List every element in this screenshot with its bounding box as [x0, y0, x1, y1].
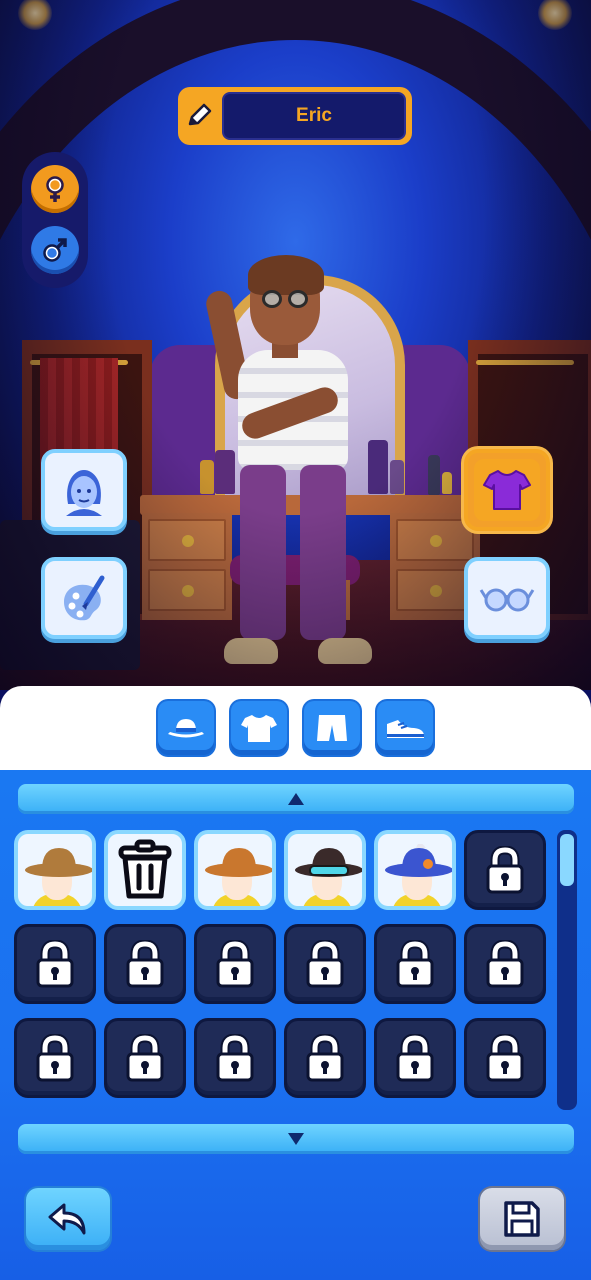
tab-shoes[interactable] — [377, 701, 433, 755]
male-button[interactable] — [31, 226, 79, 274]
face-icon — [66, 470, 102, 516]
hat-icon — [168, 719, 204, 738]
floppy-disk-icon — [504, 1201, 540, 1237]
lock-icon — [486, 846, 524, 894]
tab-pants[interactable] — [304, 701, 360, 755]
gender-toggle — [22, 152, 88, 288]
shoe-icon — [387, 720, 424, 738]
arrow-down-icon — [288, 1133, 304, 1145]
crest-helmet-icon — [385, 844, 452, 877]
locked-item-tile[interactable] — [194, 924, 276, 1004]
back-button[interactable] — [26, 1188, 110, 1250]
locked-item-tile[interactable] — [464, 830, 546, 910]
arrow-up-icon — [288, 793, 304, 805]
remove-hat-tile[interactable] — [104, 830, 186, 910]
lock-icon — [486, 1034, 524, 1082]
hat-item-tile[interactable] — [194, 830, 276, 910]
trash-icon — [118, 839, 172, 899]
male-symbol-icon — [43, 238, 67, 262]
hat-item-tile[interactable] — [374, 830, 456, 910]
scroll-up-button[interactable] — [18, 784, 574, 814]
spiky-hair-goggles-icon — [295, 848, 362, 877]
scrollbar-thumb[interactable] — [560, 834, 574, 886]
tab-shirt[interactable] — [231, 701, 287, 755]
lock-icon — [486, 940, 524, 988]
paint-editor-button[interactable] — [41, 557, 127, 639]
tshirt-icon — [483, 470, 531, 510]
lock-icon — [306, 940, 344, 988]
item-grid — [14, 830, 556, 1112]
player-name-field[interactable]: Eric — [222, 92, 406, 140]
locked-item-tile[interactable] — [14, 924, 96, 1004]
face-editor-button[interactable] — [41, 449, 127, 531]
name-bar: Eric — [178, 87, 412, 145]
locked-item-tile[interactable] — [104, 924, 186, 1004]
hat-item-tile[interactable] — [284, 830, 366, 910]
accessories-button[interactable] — [464, 557, 550, 639]
shorts-icon — [317, 715, 347, 741]
locked-item-tile[interactable] — [464, 1018, 546, 1098]
hat-item-tile[interactable] — [14, 830, 96, 910]
straw-hat-icon — [25, 848, 92, 877]
locked-item-tile[interactable] — [284, 1018, 366, 1098]
female-button[interactable] — [31, 165, 79, 213]
paint-palette-icon — [64, 575, 105, 621]
lock-icon — [126, 1034, 164, 1082]
shirt-icon — [241, 715, 277, 742]
tab-hat[interactable] — [158, 701, 214, 755]
cowboy-hat-icon — [205, 848, 272, 877]
locked-item-tile[interactable] — [374, 924, 456, 1004]
player-name: Eric — [296, 105, 332, 126]
pencil-icon — [188, 103, 212, 126]
locked-item-tile[interactable] — [374, 1018, 456, 1098]
lock-icon — [126, 940, 164, 988]
lock-icon — [216, 940, 254, 988]
lock-icon — [36, 940, 74, 988]
scroll-down-button[interactable] — [18, 1124, 574, 1154]
locked-item-tile[interactable] — [194, 1018, 276, 1098]
lock-icon — [396, 1034, 434, 1082]
lock-icon — [216, 1034, 254, 1082]
locked-item-tile[interactable] — [284, 924, 366, 1004]
locked-item-tile[interactable] — [104, 1018, 186, 1098]
save-button[interactable] — [480, 1188, 564, 1250]
lock-icon — [396, 940, 434, 988]
clothing-button[interactable] — [464, 449, 550, 531]
undo-arrow-icon — [48, 1203, 86, 1235]
edit-name-button[interactable] — [178, 87, 220, 145]
lock-icon — [306, 1034, 344, 1082]
locked-item-tile[interactable] — [14, 1018, 96, 1098]
category-tab-bar — [0, 686, 591, 770]
item-scrollbar[interactable] — [557, 830, 577, 1110]
lock-icon — [36, 1034, 74, 1082]
glasses-icon — [479, 588, 535, 612]
locked-item-tile[interactable] — [464, 924, 546, 1004]
female-symbol-icon — [46, 176, 64, 202]
